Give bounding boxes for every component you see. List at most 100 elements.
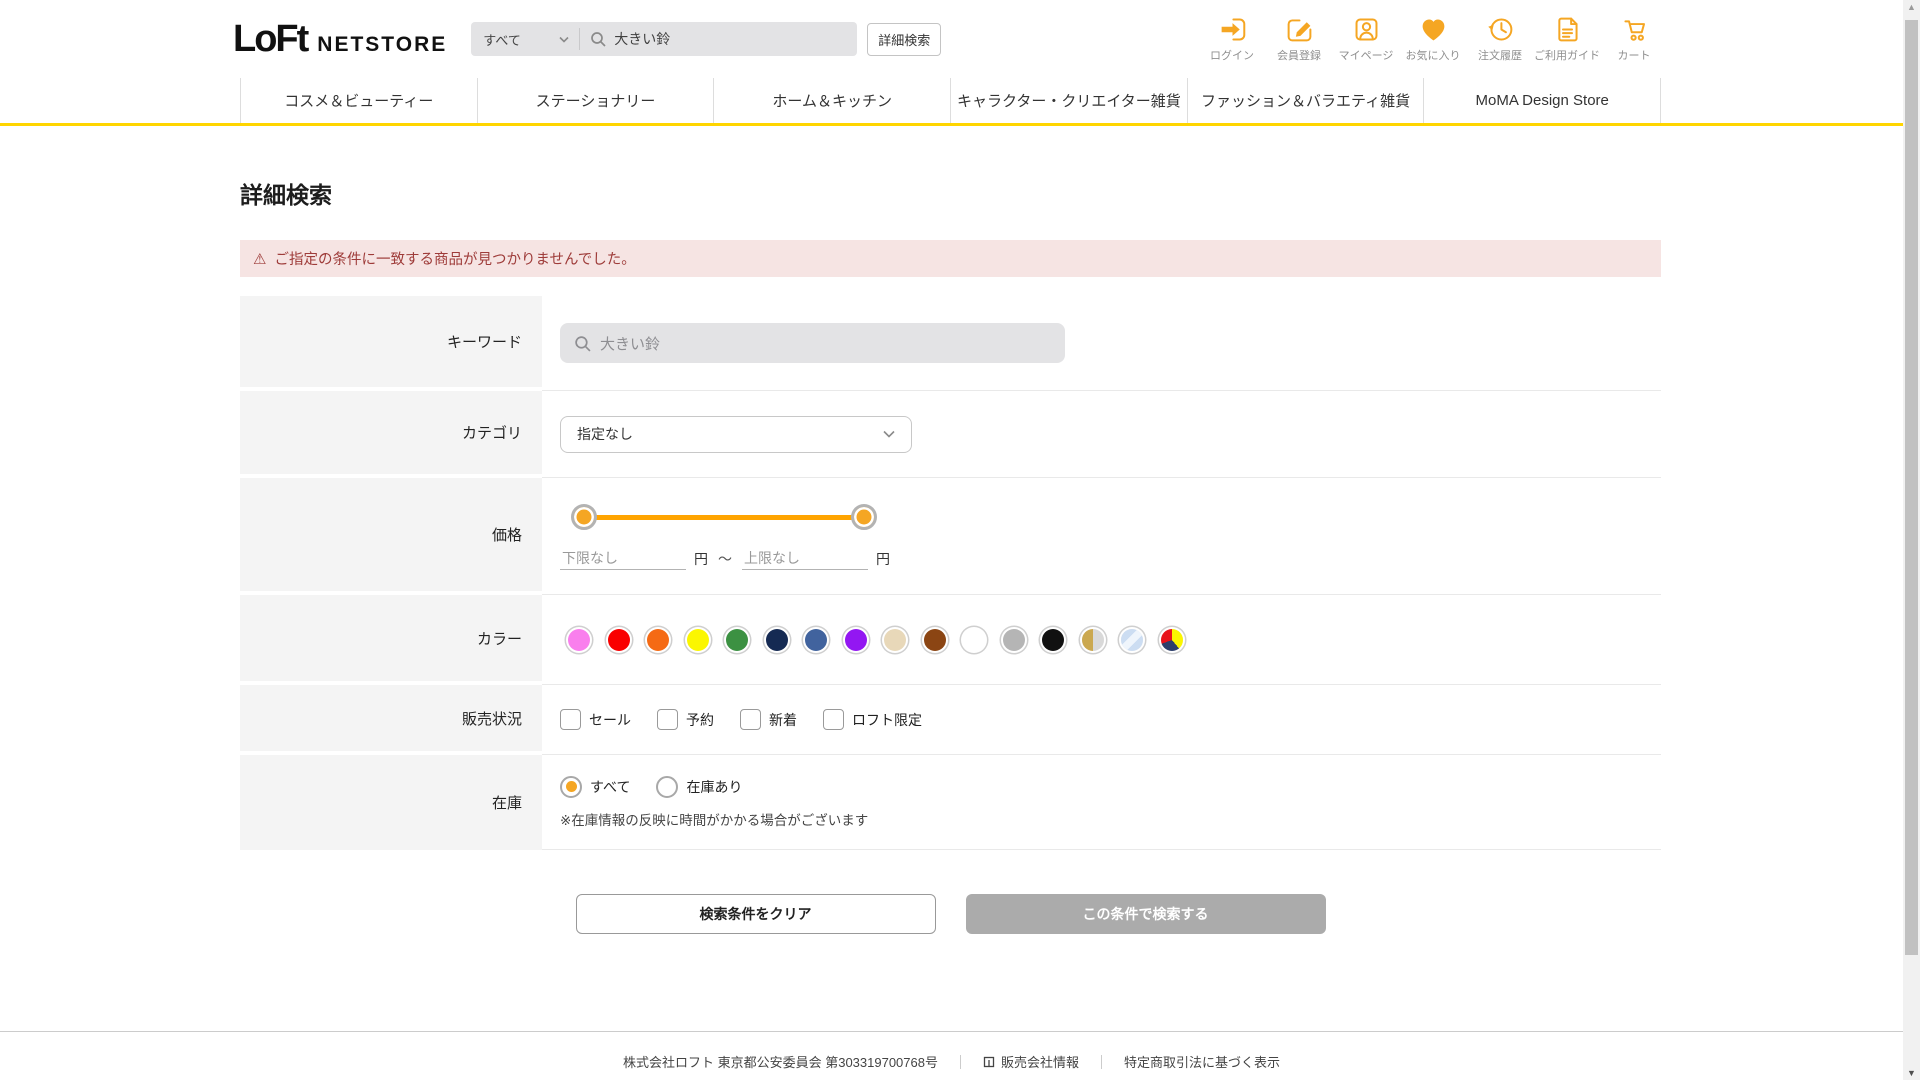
- quick-link-label: マイページ: [1338, 50, 1394, 62]
- price-min-input[interactable]: [560, 547, 686, 570]
- color-swatch[interactable]: [607, 628, 630, 651]
- search-icon: [591, 32, 606, 47]
- checkbox-label: 予約: [686, 711, 714, 728]
- stock-note: ※在庫情報の反映に時間がかかる場合がございます: [560, 812, 869, 828]
- nav-item[interactable]: ホーム＆キッチン: [713, 78, 950, 123]
- checkbox: [740, 709, 761, 730]
- quick-link-label: お気に入り: [1405, 50, 1461, 62]
- stock-row: 在庫 すべて 在庫あり ※在庫情報の反映に時間がかかる場合がございます: [240, 755, 1661, 850]
- cart-link[interactable]: カート: [1608, 15, 1660, 63]
- search-category-value: すべて: [483, 32, 521, 48]
- quick-link-label: ログイン: [1210, 50, 1254, 62]
- color-swatch[interactable]: [765, 628, 788, 651]
- nav-item[interactable]: ステーショナリー: [476, 78, 714, 123]
- mypage-icon: [1355, 18, 1377, 41]
- site-footer: 株式会社ロフト 東京都公安委員会 第303319700768号 販売会社情報 特…: [0, 1031, 1903, 1071]
- header-search-value: 大きい鈴: [614, 31, 671, 47]
- scrollbar-up-arrow[interactable]: ▲: [1903, 2, 1920, 12]
- scrollbar-down-arrow[interactable]: ▼: [1903, 1068, 1920, 1078]
- quick-links: ログイン 会員登録 マイページ お気に入り 注文履歴 ご利用ガイド カート: [1206, 15, 1660, 63]
- price-slider-max-handle[interactable]: [851, 504, 877, 530]
- color-swatch[interactable]: [1121, 628, 1143, 651]
- stock-radio[interactable]: すべて: [560, 775, 631, 798]
- building-icon: [983, 1056, 995, 1067]
- color-swatch[interactable]: [686, 628, 709, 651]
- stock-options: すべて 在庫あり: [560, 775, 1661, 798]
- price-max-input[interactable]: [742, 547, 868, 570]
- warning-icon: ⚠: [253, 250, 267, 268]
- category-select[interactable]: 指定なし: [560, 415, 912, 453]
- loft-logo[interactable]: LoFt NETSTORE: [233, 18, 447, 61]
- order-history-link[interactable]: 注文履歴: [1474, 15, 1526, 63]
- keyword-input[interactable]: 大きい鈴: [560, 323, 1065, 363]
- sale-status-row: 販売状況 セール 予約 新着 ロフト限定: [240, 685, 1661, 755]
- color-swatch[interactable]: [844, 628, 867, 651]
- seller-info-link[interactable]: 販売会社情報: [983, 1052, 1079, 1071]
- category-row: カテゴリ 指定なし: [240, 391, 1661, 478]
- legal-link[interactable]: 特定商取引法に基づく表示: [1124, 1052, 1280, 1071]
- radio: [656, 775, 679, 798]
- login-link[interactable]: ログイン: [1206, 15, 1258, 63]
- category-value: 指定なし: [577, 426, 633, 442]
- page-title: 詳細検索: [240, 182, 332, 208]
- price-max-unit: 円: [876, 550, 890, 567]
- color-swatch[interactable]: [647, 628, 669, 651]
- sale-status-checkbox[interactable]: ロフト限定: [823, 709, 922, 730]
- sale-status-checkbox[interactable]: 新着: [740, 709, 797, 730]
- sale-status-label: 販売状況: [240, 685, 542, 755]
- price-label: 価格: [240, 478, 542, 595]
- header-search-input[interactable]: 大きい鈴: [580, 29, 857, 49]
- color-swatch[interactable]: [568, 628, 590, 651]
- stock-label: 在庫: [240, 755, 542, 850]
- color-swatch[interactable]: [884, 628, 906, 651]
- logo-netstore-text: NETSTORE: [317, 32, 448, 56]
- color-swatch[interactable]: [1002, 628, 1025, 651]
- checkbox-label: ロフト限定: [852, 711, 922, 728]
- radio-label: 在庫あり: [686, 778, 743, 795]
- search-with-conditions-button[interactable]: この条件で検索する: [965, 894, 1326, 934]
- sale-status-checkbox[interactable]: 予約: [657, 709, 714, 730]
- stock-radio[interactable]: 在庫あり: [656, 775, 743, 798]
- color-swatch[interactable]: [726, 628, 748, 651]
- color-swatch[interactable]: [923, 628, 946, 651]
- price-slider-min-handle[interactable]: [571, 504, 597, 530]
- nav-item[interactable]: コスメ＆ビューティー: [240, 78, 477, 123]
- color-swatch[interactable]: [1081, 628, 1104, 651]
- color-swatch[interactable]: [1042, 628, 1064, 651]
- scrollbar-thumb[interactable]: [1905, 20, 1918, 955]
- vertical-scrollbar[interactable]: ▲ ▼: [1903, 0, 1920, 1080]
- cart-icon: [1623, 20, 1645, 41]
- color-swatch[interactable]: [805, 628, 827, 651]
- radio: [560, 775, 582, 798]
- chevron-down-icon: [883, 430, 895, 438]
- color-label: カラー: [240, 595, 542, 685]
- advanced-search-button[interactable]: 詳細検索: [867, 22, 942, 56]
- checkbox-label: 新着: [769, 711, 797, 728]
- register-icon: [1287, 19, 1311, 42]
- color-swatch[interactable]: [1160, 628, 1183, 651]
- guide-link[interactable]: ご利用ガイド: [1534, 15, 1600, 63]
- color-swatches: [560, 628, 1661, 651]
- mypage-link[interactable]: マイページ: [1338, 15, 1394, 63]
- nav-item[interactable]: MoMA Design Store: [1423, 78, 1662, 123]
- checkbox-label: セール: [589, 711, 631, 728]
- search-category-select[interactable]: すべて: [471, 30, 579, 49]
- register-link[interactable]: 会員登録: [1273, 15, 1325, 63]
- keyword-label: キーワード: [240, 296, 542, 391]
- nav-item[interactable]: キャラクター・クリエイター雑貨: [950, 78, 1187, 123]
- order-history-icon: [1487, 18, 1512, 41]
- form-actions: 検索条件をクリア この条件で検索する: [240, 894, 1661, 934]
- sale-status-options: セール 予約 新着 ロフト限定: [560, 709, 1661, 730]
- logo-loft-text: LoFt: [233, 17, 309, 60]
- nav-item[interactable]: ファッション＆バラエティ雑貨: [1186, 78, 1424, 123]
- price-row: 価格 円 ～ 円: [240, 478, 1661, 595]
- favorites-link[interactable]: お気に入り: [1405, 15, 1461, 63]
- category-label: カテゴリ: [240, 391, 542, 478]
- color-swatch[interactable]: [963, 628, 985, 651]
- main-nav: コスメ＆ビューティー ステーショナリー ホーム＆キッチン キャラクター・クリエイター雑…: [240, 78, 1662, 123]
- radio-label: すべて: [590, 778, 631, 795]
- footer-separator: [959, 1054, 961, 1069]
- clear-conditions-button[interactable]: 検索条件をクリア: [575, 894, 936, 934]
- sale-status-checkbox[interactable]: セール: [560, 709, 631, 730]
- no-results-alert: ⚠ ご指定の条件に一致する商品が見つかりませんでした。: [240, 240, 1661, 277]
